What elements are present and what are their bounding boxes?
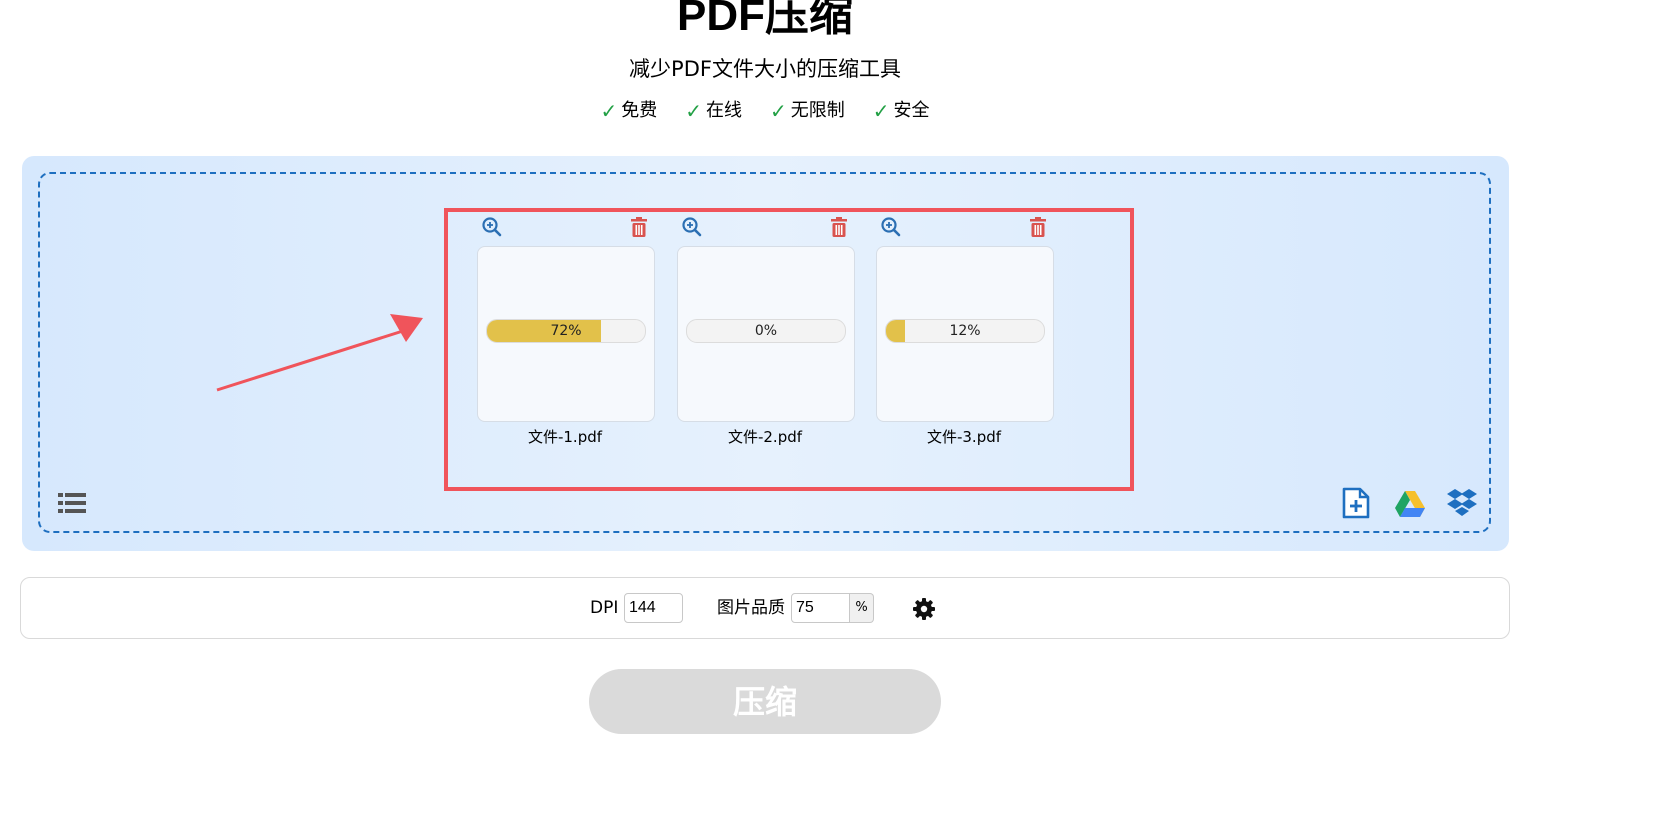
dropbox-icon[interactable]	[1446, 488, 1478, 518]
dpi-input[interactable]	[624, 593, 683, 623]
page: PDF压缩 减少PDF文件大小的压缩工具 ✓ 免费 ✓ 在线 ✓ 无限制 ✓ 安…	[0, 0, 1669, 819]
quality-label: 图片品质	[717, 598, 785, 618]
check-icon: ✓	[685, 99, 702, 123]
feature-label: 在线	[706, 100, 742, 121]
quality-percent-addon: %	[850, 593, 874, 623]
google-drive-icon[interactable]	[1394, 490, 1426, 518]
page-subtitle: 减少PDF文件大小的压缩工具	[629, 57, 901, 81]
quality-input[interactable]	[791, 593, 850, 623]
feature-label: 无限制	[790, 100, 845, 121]
feature-label: 安全	[893, 100, 930, 121]
feature-item: ✓ 免费	[600, 98, 657, 124]
compress-button[interactable]: 压缩	[589, 669, 941, 734]
list-icon[interactable]	[58, 491, 86, 515]
feature-item: ✓ 无限制	[770, 98, 845, 124]
gear-icon[interactable]	[912, 597, 936, 621]
check-icon: ✓	[872, 99, 890, 123]
options-panel: DPI 图片品质 %	[20, 577, 1510, 639]
check-icon: ✓	[770, 99, 787, 123]
feature-item: ✓ 在线	[685, 98, 742, 124]
feature-list: ✓ 免费 ✓ 在线 ✓ 无限制 ✓ 安全	[0, 98, 1530, 124]
check-icon: ✓	[600, 99, 618, 123]
highlight-annotation-box	[444, 208, 1134, 491]
feature-label: 免费	[621, 100, 658, 121]
add-file-icon[interactable]	[1341, 487, 1371, 519]
feature-item: ✓ 安全	[873, 98, 930, 124]
page-title: PDF压缩	[677, 0, 853, 40]
annotation-arrow-icon	[216, 314, 423, 392]
dpi-label: DPI	[590, 598, 619, 618]
